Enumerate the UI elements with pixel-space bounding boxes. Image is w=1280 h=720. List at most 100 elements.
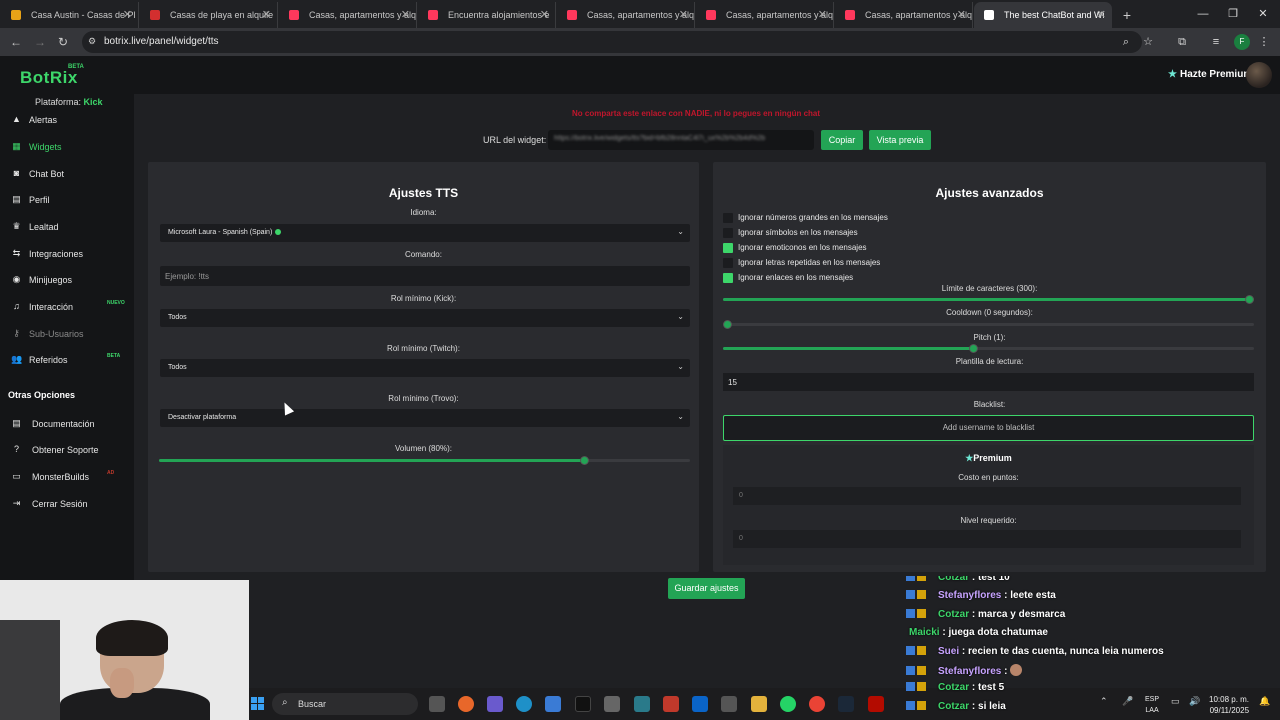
store-icon[interactable] bbox=[545, 696, 561, 712]
sidebar-item-alertas[interactable]: ▲ Alertas bbox=[0, 110, 134, 130]
idioma-select[interactable]: Microsoft Laura - Spanish (Spain) ⌄ bbox=[160, 224, 690, 242]
chrome-icon[interactable] bbox=[809, 696, 825, 712]
minimize-icon[interactable]: — bbox=[1188, 0, 1218, 28]
rol-twitch-select[interactable]: Todos ⌄ bbox=[160, 359, 690, 377]
costo-input[interactable]: 0 bbox=[733, 487, 1241, 505]
close-tab-icon[interactable]: ✕ bbox=[123, 2, 132, 28]
checkbox[interactable] bbox=[723, 243, 733, 253]
checkbox[interactable] bbox=[723, 258, 733, 268]
browser-tab[interactable]: Casas, apartamentos y alq ✕ bbox=[557, 2, 695, 28]
sidebar-item-obtener-soporte[interactable]: ? Obtener Soporte bbox=[0, 440, 134, 460]
checkbox-label: Ignorar símbolos en los mensajes bbox=[738, 228, 858, 237]
rol-kick-select[interactable]: Todos ⌄ bbox=[160, 309, 690, 327]
app-icon[interactable] bbox=[604, 696, 620, 712]
sidebar-item-chat-bot[interactable]: ◙ Chat Bot bbox=[0, 164, 134, 184]
preview-button[interactable]: Vista previa bbox=[869, 130, 931, 150]
omnibox[interactable]: ⚙ botrix.live/panel/widget/tts bbox=[82, 31, 1142, 53]
close-tab-icon[interactable]: ✕ bbox=[262, 2, 271, 28]
widget-url-field[interactable]: https://botrix.live/widgets/tts?bid=bfb2… bbox=[548, 130, 814, 150]
nivel-input[interactable]: 0 bbox=[733, 530, 1241, 548]
pitch-slider[interactable] bbox=[723, 344, 1254, 353]
blacklist-input[interactable]: Add username to blacklist bbox=[723, 415, 1254, 441]
checkbox[interactable] bbox=[723, 273, 733, 283]
comando-label: Comando: bbox=[405, 250, 442, 259]
top-bar: BotRix BETA ★ Hazte Premium bbox=[0, 56, 1280, 94]
save-settings-button[interactable]: Guardar ajustes bbox=[668, 578, 745, 599]
media-icon[interactable]: ≡ bbox=[1208, 34, 1224, 50]
sidebar-item-interacci-n[interactable]: ♫ Interacción NUEVO bbox=[0, 297, 134, 317]
browser-tab[interactable]: Casas, apartamentos y alq ✕ bbox=[279, 2, 417, 28]
user-avatar[interactable] bbox=[1246, 62, 1272, 88]
close-tab-icon[interactable]: ✕ bbox=[957, 2, 966, 28]
close-tab-icon[interactable]: ✕ bbox=[679, 2, 688, 28]
sidebar-item-label: Alertas bbox=[29, 115, 58, 125]
sidebar-item-integraciones[interactable]: ⇆ Integraciones bbox=[0, 244, 134, 264]
task-view-icon[interactable] bbox=[429, 696, 445, 712]
outlook-icon[interactable] bbox=[692, 696, 708, 712]
rol-trovo-select[interactable]: Desactivar plataforma ⌄ bbox=[160, 409, 690, 427]
sidebar-item-documentaci-n[interactable]: ▤ Documentación bbox=[0, 414, 134, 434]
close-tab-icon[interactable]: ✕ bbox=[540, 2, 549, 28]
browser-tab[interactable]: The best ChatBot and Wi ✕ bbox=[974, 2, 1112, 28]
close-window-icon[interactable]: ✕ bbox=[1248, 0, 1278, 28]
windows-start-icon[interactable] bbox=[251, 697, 265, 711]
browser-tab[interactable]: Encuentra alojamientos e ✕ bbox=[418, 2, 556, 28]
comando-input[interactable]: Ejemplo: !tts bbox=[160, 266, 690, 286]
sidebar-item-minijuegos[interactable]: ◉ Minijuegos bbox=[0, 270, 134, 290]
close-tab-icon[interactable]: ✕ bbox=[401, 2, 410, 28]
browser-tab[interactable]: Casas, apartamentos y alq ✕ bbox=[835, 2, 973, 28]
bookmark-star-icon[interactable]: ☆ bbox=[1140, 34, 1156, 50]
browser-tab[interactable]: Casas, apartamentos y alq ✕ bbox=[696, 2, 834, 28]
limite-slider[interactable] bbox=[723, 295, 1254, 304]
chat-message: Cotzar : marca y desmarca bbox=[906, 608, 1065, 625]
blacklist-label: Blacklist: bbox=[973, 400, 1006, 409]
back-icon[interactable]: ← bbox=[8, 34, 24, 50]
profile-avatar[interactable]: F bbox=[1234, 34, 1250, 50]
maximize-icon[interactable]: ❐ bbox=[1218, 0, 1248, 28]
browser-tab[interactable]: Casa Austin - Casas de Pl ✕ bbox=[1, 2, 139, 28]
botrix-logo[interactable]: BotRix bbox=[20, 68, 78, 88]
edge-icon[interactable] bbox=[516, 696, 532, 712]
sidebar-item-widgets[interactable]: ▦ Widgets bbox=[0, 137, 134, 157]
chat-text: recien te das cuenta, nunca leia numeros bbox=[968, 645, 1164, 657]
new-tab-icon[interactable]: + bbox=[1116, 2, 1138, 28]
acrobat-icon[interactable] bbox=[868, 696, 884, 712]
app-icon[interactable] bbox=[634, 696, 650, 712]
sidebar-item-monsterbuilds[interactable]: ▭ MonsterBuilds AD bbox=[0, 467, 134, 487]
volumen-slider[interactable] bbox=[159, 456, 690, 465]
tiktok-icon[interactable] bbox=[575, 696, 591, 712]
sidebar-item-perfil[interactable]: ▤ Perfil bbox=[0, 190, 134, 210]
sidebar-item-lealtad[interactable]: ♛ Lealtad bbox=[0, 217, 134, 237]
chat-message: Stefanyflores : bbox=[906, 664, 1023, 680]
firefox-icon[interactable] bbox=[458, 696, 474, 712]
chat-text: test 5 bbox=[978, 682, 1005, 694]
teams-icon[interactable] bbox=[487, 696, 503, 712]
forward-icon[interactable]: → bbox=[32, 34, 48, 50]
sidebar-item-cerrar-sesi-n[interactable]: ⇥ Cerrar Sesión bbox=[0, 494, 134, 514]
premium-button[interactable]: ★ Hazte Premium bbox=[1168, 69, 1252, 80]
sidebar-item-sub-usuarios[interactable]: ⚷ Sub-Usuarios bbox=[0, 324, 134, 344]
plantilla-input[interactable]: 15 bbox=[723, 373, 1254, 391]
close-tab-icon[interactable]: ✕ bbox=[1097, 2, 1106, 28]
checkbox-label: Ignorar emoticonos en los mensajes bbox=[738, 243, 867, 252]
close-tab-icon[interactable]: ✕ bbox=[818, 2, 827, 28]
site-info-icon[interactable]: ⚙ bbox=[88, 36, 96, 47]
menu-kebab-icon[interactable]: ⋮ bbox=[1256, 34, 1272, 50]
checkbox[interactable] bbox=[723, 213, 733, 223]
whatsapp-icon[interactable] bbox=[780, 696, 796, 712]
reload-icon[interactable]: ↻ bbox=[55, 34, 71, 50]
file-explorer-icon[interactable] bbox=[751, 696, 767, 712]
extensions-icon[interactable]: ⧉ bbox=[1174, 34, 1190, 50]
checkbox[interactable] bbox=[723, 228, 733, 238]
app-icon[interactable] bbox=[721, 696, 737, 712]
copy-button[interactable]: Copiar bbox=[821, 130, 863, 150]
taskbar-search[interactable]: ⌕ Buscar bbox=[272, 693, 418, 715]
browser-tab[interactable]: Casas de playa en alquile ✕ bbox=[140, 2, 278, 28]
sidebar-item-referidos[interactable]: 👥 Referidos BETA bbox=[0, 350, 134, 370]
steam-icon[interactable] bbox=[838, 696, 854, 712]
app-icon[interactable] bbox=[663, 696, 679, 712]
plantilla-value: 15 bbox=[728, 378, 737, 387]
cooldown-slider[interactable] bbox=[723, 320, 1254, 329]
browser-tab-strip: Casa Austin - Casas de Pl ✕ Casas de playa… bbox=[0, 0, 1280, 28]
zoom-icon[interactable]: ⌕ bbox=[1118, 34, 1134, 50]
